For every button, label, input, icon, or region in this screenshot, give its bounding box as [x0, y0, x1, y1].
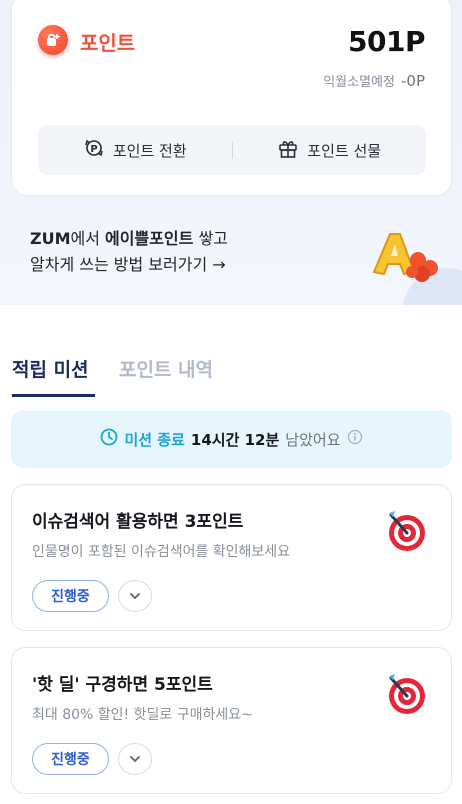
clock-icon: [100, 428, 118, 450]
promo-brand: ZUM: [30, 229, 71, 248]
promo-line-2: 알차게 쓰는 방법 보러가기 →: [30, 252, 228, 278]
expand-button[interactable]: [118, 743, 152, 775]
expire-info: 익월소멸예정 -0P: [323, 71, 425, 90]
point-title: 포인트: [80, 31, 136, 55]
promo-text-end: 쌓고: [193, 229, 228, 248]
promo-illustration: [372, 233, 462, 308]
promo-link-text: 알차게 쓰는 방법 보러가기: [30, 255, 208, 274]
point-exchange-button[interactable]: P 포인트 전환: [38, 125, 232, 175]
info-icon[interactable]: [347, 429, 363, 449]
active-tab-indicator: [12, 394, 95, 397]
arrow-right-icon: →: [212, 255, 226, 274]
mission-tabs: 적립 미션 포인트 내역: [0, 305, 462, 397]
expire-value: -0P: [400, 72, 425, 90]
timer-value: 14시간 12분: [190, 430, 280, 449]
chevron-down-icon: [130, 756, 140, 763]
expand-button[interactable]: [118, 580, 152, 612]
point-gift-label: 포인트 선물: [307, 141, 382, 160]
dart-target-icon: [389, 674, 425, 714]
dart-target-icon: [389, 511, 425, 551]
point-action-bar: P 포인트 전환 포인트 선물: [38, 125, 426, 175]
timer-suffix: 남았어요: [285, 430, 341, 449]
point-gift-button[interactable]: 포인트 선물: [233, 125, 427, 175]
promo-banner[interactable]: ZUM에서 에이쁠포인트 쌓고 알차게 쓰는 방법 보러가기 →: [30, 226, 228, 278]
mission-timer-bar: 미션 종료 14시간 12분 남았어요: [11, 410, 452, 468]
point-logo-icon: [38, 25, 68, 55]
point-exchange-icon: P: [83, 137, 105, 163]
tab-earn-mission[interactable]: 적립 미션: [12, 355, 89, 382]
mission-title: 이슈검색어 활용하면 3포인트: [32, 512, 244, 532]
point-exchange-label: 포인트 전환: [112, 141, 187, 160]
mission-title: '핫 딜' 구경하면 5포인트: [32, 675, 213, 695]
promo-text: 에서: [70, 229, 106, 248]
point-balance: 501P: [348, 25, 425, 58]
mission-status-button[interactable]: 진행중: [32, 580, 109, 612]
point-summary-card: 포인트 501P 익월소멸예정 -0P P 포인트 전환 포인트 선물: [11, 0, 452, 196]
mission-card[interactable]: 이슈검색어 활용하면 3포인트 인물명이 포함된 이슈검색어를 확인해보세요 진…: [11, 484, 452, 631]
gift-icon: [277, 137, 299, 163]
promo-line-1: ZUM에서 에이쁠포인트 쌓고: [30, 226, 228, 252]
tab-point-history[interactable]: 포인트 내역: [119, 355, 213, 382]
mission-card[interactable]: '핫 딜' 구경하면 5포인트 최대 80% 할인! 핫딜로 구매하세요~ 진행…: [11, 647, 452, 794]
mission-description: 인물명이 포함된 이슈검색어를 확인해보세요: [32, 544, 291, 560]
timer-label: 미션 종료: [124, 430, 185, 449]
promo-highlight: 에이쁠포인트: [105, 229, 194, 248]
expire-label: 익월소멸예정: [323, 75, 395, 90]
svg-text:P: P: [90, 144, 97, 155]
mission-description: 최대 80% 할인! 핫딜로 구매하세요~: [32, 707, 253, 723]
mission-status-button[interactable]: 진행중: [32, 743, 109, 775]
chevron-down-icon: [130, 593, 140, 600]
